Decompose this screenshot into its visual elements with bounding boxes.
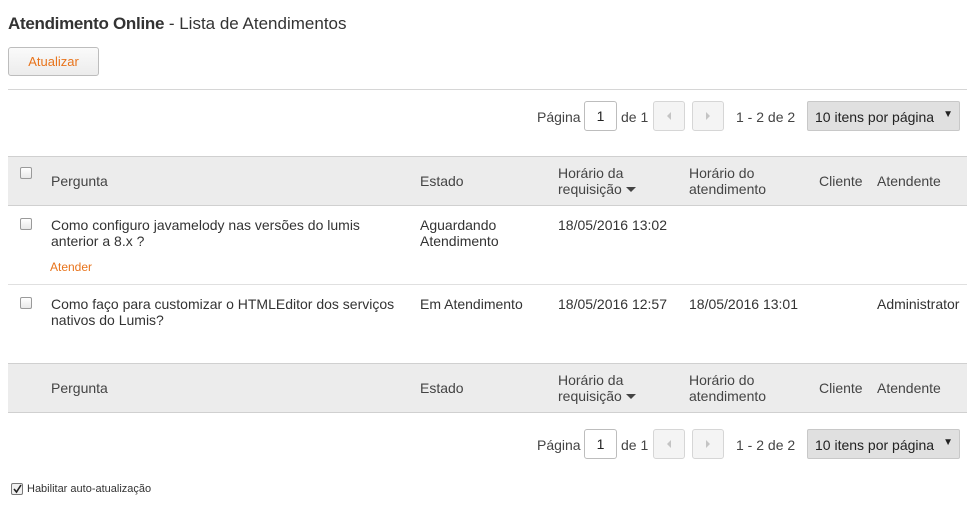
col-horario-requisicao[interactable]: Horário da requisição xyxy=(558,372,636,404)
items-per-page-value: 10 itens por página xyxy=(815,437,935,453)
pager-bottom: Página de 1 1 - 2 de 2 10 itens por pági… xyxy=(537,429,960,461)
chevron-down-icon: ▼ xyxy=(943,437,953,448)
col-horario-atendimento-l1: Horário do xyxy=(689,165,755,181)
col-horario-requisicao-l2: requisição xyxy=(558,388,622,404)
next-page-icon xyxy=(706,440,710,448)
col-pergunta[interactable]: Pergunta xyxy=(51,380,108,396)
table-footer-header: Pergunta Estado Horário da requisição Ho… xyxy=(8,363,967,413)
cell-estado: Aguardando Atendimento xyxy=(420,217,499,249)
pergunta-line: anterior a 8.x ? xyxy=(51,233,145,249)
cell-pergunta: Como configuro javamelody nas versões do… xyxy=(51,217,360,249)
col-horario-atendimento-l2: atendimento xyxy=(689,388,767,404)
row-checkbox[interactable] xyxy=(20,297,32,309)
col-horario-atendimento-l2: atendimento xyxy=(689,181,767,197)
divider xyxy=(8,89,967,90)
col-atendente[interactable]: Atendente xyxy=(877,173,941,189)
estado-line: Aguardando xyxy=(420,217,497,233)
table-row: Como faço para customizar o HTMLEditor d… xyxy=(8,285,967,363)
cell-atendente: Administrator xyxy=(877,296,960,312)
prev-page-icon xyxy=(667,112,671,120)
sort-desc-icon xyxy=(625,187,636,193)
chevron-down-icon: ▼ xyxy=(943,109,953,120)
auto-update-label: Habilitar auto-atualização xyxy=(27,483,152,495)
next-page-button[interactable] xyxy=(692,101,724,131)
table-row: Como configuro javamelody nas versões do… xyxy=(8,205,967,285)
col-pergunta[interactable]: Pergunta xyxy=(51,173,108,189)
checkmark-icon xyxy=(13,484,22,494)
col-horario-atendimento[interactable]: Horário do atendimento xyxy=(689,165,766,197)
estado-line: Em Atendimento xyxy=(420,296,523,312)
col-cliente[interactable]: Cliente xyxy=(819,380,863,396)
prev-page-button[interactable] xyxy=(653,429,685,459)
col-cliente[interactable]: Cliente xyxy=(819,173,863,189)
col-horario-requisicao-l1: Horário da xyxy=(558,165,624,181)
items-per-page-select[interactable]: 10 itens por página ▼ xyxy=(807,101,960,131)
estado-line: Atendimento xyxy=(420,233,499,249)
col-horario-requisicao-l2: requisição xyxy=(558,181,622,197)
items-per-page-value: 10 itens por página xyxy=(815,109,935,125)
pergunta-line: Como configuro javamelody nas versões do… xyxy=(51,217,360,233)
pergunta-line: nativos do Lumis? xyxy=(51,312,164,328)
atender-link[interactable]: Atender xyxy=(50,260,92,274)
col-horario-requisicao-l1: Horário da xyxy=(558,372,624,388)
app-name: Atendimento Online xyxy=(8,14,165,33)
refresh-button[interactable]: Atualizar xyxy=(8,47,99,76)
auto-update-checkbox[interactable] xyxy=(11,483,23,495)
col-estado[interactable]: Estado xyxy=(420,173,464,189)
page-number-input[interactable] xyxy=(584,101,617,131)
cell-estado: Em Atendimento xyxy=(420,296,523,312)
sort-desc-icon xyxy=(625,394,636,400)
col-estado[interactable]: Estado xyxy=(420,380,464,396)
select-all-checkbox[interactable] xyxy=(20,167,32,179)
page-count-label: de 1 xyxy=(621,437,649,453)
prev-page-button[interactable] xyxy=(653,101,685,131)
items-per-page-select[interactable]: 10 itens por página ▼ xyxy=(807,429,960,459)
page-count-label: de 1 xyxy=(621,109,649,125)
col-horario-requisicao[interactable]: Horário da requisição xyxy=(558,165,636,197)
range-text: 1 - 2 de 2 xyxy=(736,109,796,125)
col-atendente[interactable]: Atendente xyxy=(877,380,941,396)
col-horario-atendimento[interactable]: Horário do atendimento xyxy=(689,372,766,404)
table-header: Pergunta Estado Horário da requisição Ho… xyxy=(8,156,967,206)
cell-pergunta: Como faço para customizar o HTMLEditor d… xyxy=(51,296,394,328)
page-label: Página xyxy=(537,437,581,453)
page-number-input[interactable] xyxy=(584,429,617,459)
next-page-button[interactable] xyxy=(692,429,724,459)
page-subtitle: Lista de Atendimentos xyxy=(179,14,347,33)
row-checkbox[interactable] xyxy=(20,218,32,230)
prev-page-icon xyxy=(667,440,671,448)
col-horario-atendimento-l1: Horário do xyxy=(689,372,755,388)
title-separator: - xyxy=(164,14,180,33)
range-text: 1 - 2 de 2 xyxy=(736,437,796,453)
next-page-icon xyxy=(706,112,710,120)
cell-horario-requisicao: 18/05/2016 13:02 xyxy=(558,217,667,233)
pergunta-line: Como faço para customizar o HTMLEditor d… xyxy=(51,296,395,312)
page-label: Página xyxy=(537,109,581,125)
cell-horario-atendimento: 18/05/2016 13:01 xyxy=(689,296,798,312)
cell-horario-requisicao: 18/05/2016 12:57 xyxy=(558,296,667,312)
pager-top: Página de 1 1 - 2 de 2 10 itens por pági… xyxy=(537,101,960,133)
page-title: Atendimento Online - Lista de Atendiment… xyxy=(8,14,347,34)
